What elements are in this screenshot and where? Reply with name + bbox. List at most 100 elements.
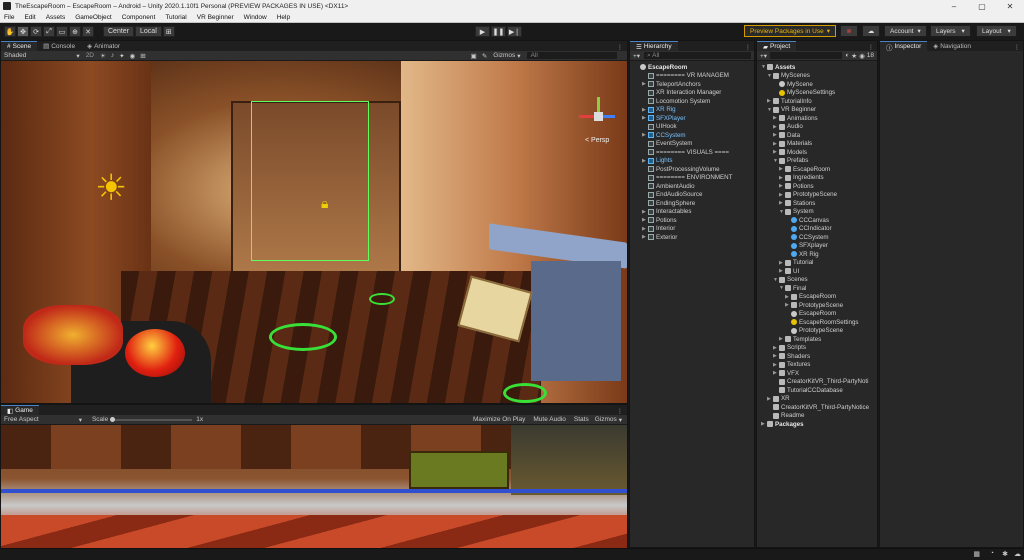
tree-item[interactable]: ▶ PrototypeScene xyxy=(757,191,877,200)
layout-dropdown[interactable]: Layout ▾ xyxy=(976,25,1017,37)
collapsed-arrow-icon[interactable]: ▶ xyxy=(767,396,772,402)
collapsed-arrow-icon[interactable]: ▶ xyxy=(642,115,647,121)
tree-item[interactable]: MyScene xyxy=(757,80,877,89)
menu-item-file[interactable]: File xyxy=(4,14,14,21)
collapsed-arrow-icon[interactable]: ▶ xyxy=(642,209,647,215)
maximize-button[interactable]: ▢ xyxy=(968,2,996,11)
collapsed-arrow-icon[interactable]: ▶ xyxy=(773,370,778,376)
tree-item[interactable]: ▶ XR Rig xyxy=(630,106,754,115)
collapsed-arrow-icon[interactable]: ▶ xyxy=(779,268,784,274)
hidden-objects-icon[interactable]: ◉ xyxy=(130,52,136,60)
tree-item[interactable]: ▶ VFX xyxy=(757,369,877,378)
collapsed-arrow-icon[interactable]: ▶ xyxy=(642,132,647,138)
tree-item[interactable]: ▼ Prefabs xyxy=(757,157,877,166)
create-asset-button[interactable]: +▾ xyxy=(760,52,767,60)
tree-item[interactable]: ▶ UI xyxy=(757,267,877,276)
audio-icon[interactable]: ♪ xyxy=(111,52,114,59)
tab-animator[interactable]: ◈ Animator xyxy=(81,41,126,51)
tree-item[interactable]: ▼ Final xyxy=(757,284,877,293)
tree-item[interactable]: SFXplayer xyxy=(757,242,877,251)
collapsed-arrow-icon[interactable]: ▶ xyxy=(779,192,784,198)
pivot-center-toggle[interactable]: Center xyxy=(103,26,135,37)
tree-item[interactable]: ▶ Animations xyxy=(757,114,877,123)
collapsed-arrow-icon[interactable]: ▶ xyxy=(642,234,647,240)
tree-item[interactable]: UIHook xyxy=(630,123,754,132)
tree-item[interactable]: ▶ Templates xyxy=(757,335,877,344)
collapsed-arrow-icon[interactable]: ▶ xyxy=(642,81,647,87)
tree-item[interactable]: ▶ Stations xyxy=(757,199,877,208)
panel-menu-icon[interactable]: ⋮ xyxy=(745,44,751,51)
collapsed-arrow-icon[interactable]: ▶ xyxy=(773,362,778,368)
custom-tool-button[interactable]: ✕ xyxy=(82,26,94,37)
menu-item-assets[interactable]: Assets xyxy=(46,14,66,21)
expanded-arrow-icon[interactable]: ▼ xyxy=(761,64,766,70)
tree-item[interactable]: ▶ TutorialInfo xyxy=(757,97,877,106)
step-button[interactable]: ▶❘ xyxy=(507,26,522,37)
tree-item[interactable]: ▶ Audio xyxy=(757,123,877,132)
scene-search-input[interactable]: All xyxy=(526,52,617,59)
collapsed-arrow-icon[interactable]: ▶ xyxy=(767,98,772,104)
collapsed-arrow-icon[interactable]: ▶ xyxy=(761,421,766,427)
scale-slider[interactable] xyxy=(110,416,193,422)
tree-item[interactable]: ▶ Models xyxy=(757,148,877,157)
tab-inspector[interactable]: ⓘ Inspector xyxy=(880,41,928,52)
expanded-arrow-icon[interactable]: ▼ xyxy=(767,73,772,79)
add-object-button[interactable]: +▾ xyxy=(633,52,640,60)
tree-item[interactable]: CCIndicator xyxy=(757,225,877,234)
hierarchy-search-input[interactable]: ⌕ All xyxy=(644,52,751,59)
tree-item[interactable]: ▶ Packages xyxy=(757,420,877,429)
menu-item-help[interactable]: Help xyxy=(277,14,290,21)
tree-item[interactable]: ▶ TeleportAnchors xyxy=(630,80,754,89)
perspective-label[interactable]: < Persp xyxy=(585,137,609,144)
preview-packages-button[interactable]: Preview Packages in Use ▾ xyxy=(744,25,836,37)
collapsed-arrow-icon[interactable]: ▶ xyxy=(785,294,790,300)
tree-item[interactable]: CreatorKitVR_Third-PartyNotice xyxy=(757,403,877,412)
tree-item[interactable]: ▼ Assets xyxy=(757,63,877,72)
tab-game[interactable]: ◧ Game xyxy=(1,405,39,415)
filter-icon[interactable]: ◐ xyxy=(845,52,849,59)
play-button[interactable]: ▶ xyxy=(475,26,490,37)
tree-item[interactable]: ▶ Potions xyxy=(630,216,754,225)
expanded-arrow-icon[interactable]: ▼ xyxy=(767,107,772,113)
tree-item[interactable]: EndingSphere xyxy=(630,199,754,208)
tree-item[interactable]: ▶ Data xyxy=(757,131,877,140)
panel-menu-icon[interactable]: ⋮ xyxy=(617,408,623,415)
panel-menu-icon[interactable]: ⋮ xyxy=(617,44,623,51)
tree-item[interactable]: ▶ Exterior xyxy=(630,233,754,242)
tree-item[interactable]: ▶ Tutorial xyxy=(757,259,877,268)
aspect-dropdown[interactable]: Free Aspect xyxy=(4,416,39,423)
tree-item[interactable]: ======== VISUALS ==== xyxy=(630,148,754,157)
tree-item[interactable]: CCSystem xyxy=(757,233,877,242)
tree-item[interactable]: ▶ Textures xyxy=(757,361,877,370)
expanded-arrow-icon[interactable]: ▼ xyxy=(779,209,784,215)
tree-item[interactable]: CCCanvas xyxy=(757,216,877,225)
eye-icon[interactable]: ◉ xyxy=(859,52,865,60)
game-gizmos-dropdown[interactable]: Gizmos xyxy=(595,416,617,423)
transform-tool-button[interactable]: ⊕ xyxy=(69,26,81,37)
collapsed-arrow-icon[interactable]: ▶ xyxy=(779,260,784,266)
collapsed-arrow-icon[interactable]: ▶ xyxy=(773,149,778,155)
tree-item[interactable]: ▶ PrototypeScene xyxy=(757,301,877,310)
project-search-input[interactable] xyxy=(770,52,843,59)
2d-toggle[interactable]: 2D xyxy=(86,52,94,59)
collapsed-arrow-icon[interactable]: ▶ xyxy=(642,107,647,113)
tree-item[interactable]: ▶ Potions xyxy=(757,182,877,191)
collapsed-arrow-icon[interactable]: ▶ xyxy=(779,175,784,181)
tree-item[interactable]: MySceneSettings xyxy=(757,89,877,98)
tree-item[interactable]: ▶ Interior xyxy=(630,225,754,234)
collapsed-arrow-icon[interactable]: ▶ xyxy=(773,345,778,351)
tree-item[interactable]: ▶ Shaders xyxy=(757,352,877,361)
menu-item-edit[interactable]: Edit xyxy=(24,14,35,21)
hand-tool-button[interactable]: ✋ xyxy=(4,26,16,37)
tree-item[interactable]: CreatorKitVR_Third-PartyNoti xyxy=(757,378,877,387)
scale-tool-button[interactable]: ⤢ xyxy=(43,26,55,37)
snap-toggle[interactable]: ⊞ xyxy=(162,26,175,37)
tree-item[interactable]: EventSystem xyxy=(630,140,754,149)
collapsed-arrow-icon[interactable]: ▶ xyxy=(779,336,784,342)
collapsed-arrow-icon[interactable]: ▶ xyxy=(773,124,778,130)
tree-item[interactable]: ▼ VR Beginner xyxy=(757,106,877,115)
collapsed-arrow-icon[interactable]: ▶ xyxy=(773,132,778,138)
expanded-arrow-icon[interactable]: ▼ xyxy=(773,277,778,283)
gizmos-dropdown[interactable]: Gizmos xyxy=(493,52,515,59)
tree-item[interactable]: ▶ EscapeRoom xyxy=(757,293,877,302)
